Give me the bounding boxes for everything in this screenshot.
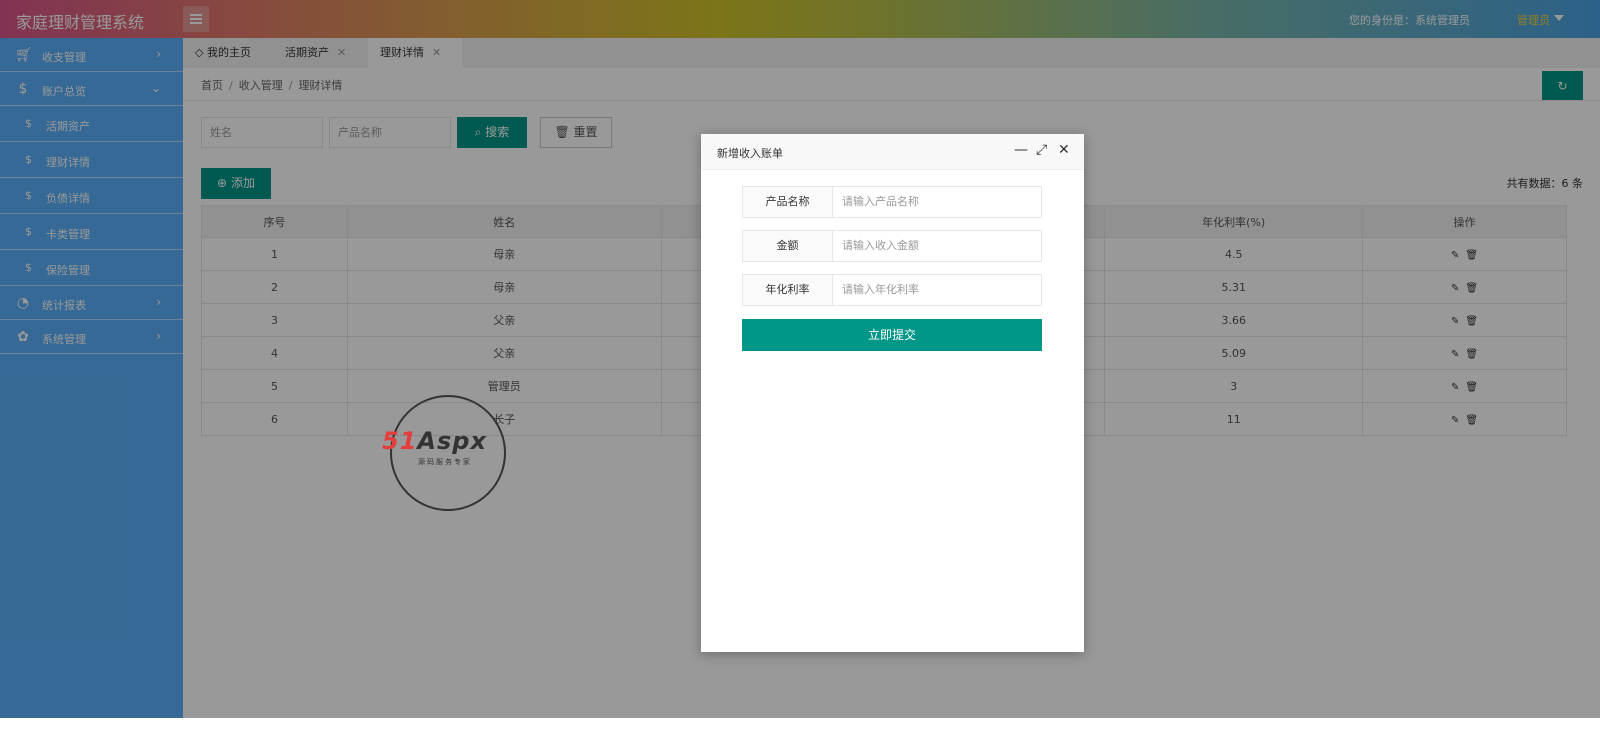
field-label: 产品名称 — [743, 187, 833, 217]
annual-rate-field: 年化利率 请输入年化利率 — [742, 274, 1042, 306]
add-income-dialog: 新增收入账单 — ⤢ ✕ 产品名称 请输入产品名称 金额 请输入收入金额 年化利… — [701, 134, 1084, 652]
product-name-field: 产品名称 请输入产品名称 — [742, 186, 1042, 218]
submit-button[interactable]: 立即提交 — [742, 319, 1042, 351]
annual-rate-input[interactable]: 请输入年化利率 — [842, 275, 919, 305]
amount-field: 金额 请输入收入金额 — [742, 230, 1042, 262]
amount-input[interactable]: 请输入收入金额 — [842, 231, 919, 261]
dialog-header: 新增收入账单 — ⤢ ✕ — [701, 134, 1084, 170]
field-label: 年化利率 — [743, 275, 833, 305]
field-label: 金额 — [743, 231, 833, 261]
close-icon[interactable]: ✕ — [1058, 142, 1070, 158]
watermark-logo: 51Aspx 源码服务专家 — [382, 395, 506, 511]
maximize-icon[interactable]: ⤢ — [1036, 142, 1047, 158]
dialog-title: 新增收入账单 — [717, 147, 783, 160]
product-name-input[interactable]: 请输入产品名称 — [842, 187, 919, 217]
minimize-icon[interactable]: — — [1014, 142, 1028, 158]
